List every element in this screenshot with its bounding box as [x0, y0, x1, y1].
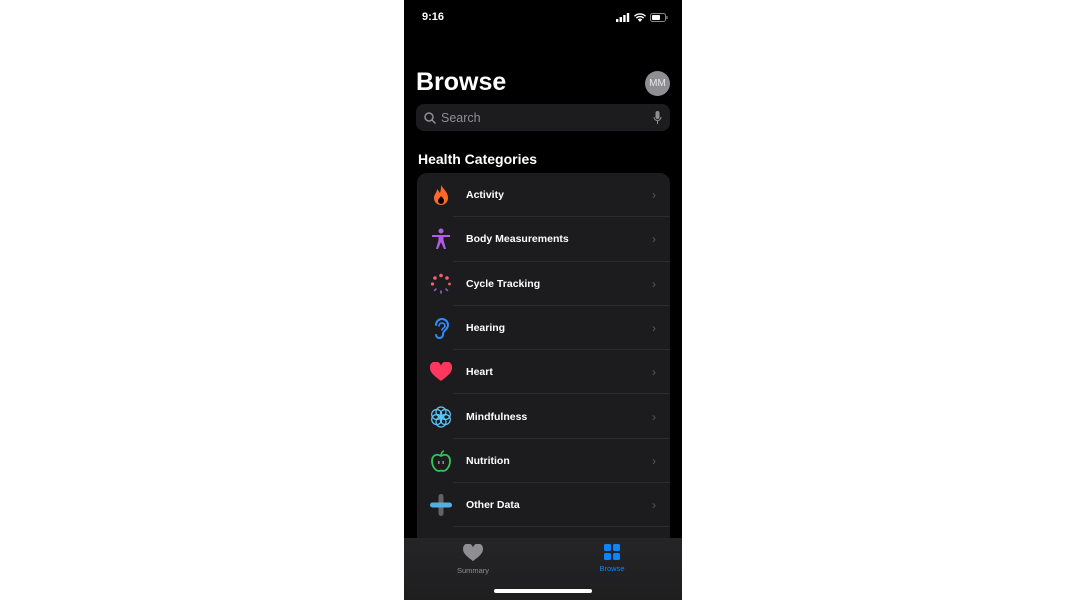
category-nutrition[interactable]: Nutrition ›: [417, 439, 670, 484]
search-icon: [424, 111, 436, 124]
category-other-data[interactable]: Other Data ›: [417, 483, 670, 528]
wifi-icon: [634, 12, 646, 22]
search-input[interactable]: [441, 110, 648, 125]
tab-label: Summary: [456, 566, 490, 575]
chevron-right-icon: ›: [652, 498, 656, 513]
chevron-right-icon: ›: [652, 232, 656, 247]
heart-icon: [430, 361, 452, 383]
section-title: Health Categories: [418, 151, 538, 167]
apple-icon: [430, 450, 452, 472]
category-hearing[interactable]: Hearing ›: [417, 306, 670, 351]
tab-label: Browse: [599, 564, 625, 573]
tab-browse[interactable]: Browse: [572, 544, 652, 573]
chevron-right-icon: ›: [652, 276, 656, 291]
flame-icon: [430, 184, 452, 206]
microphone-icon[interactable]: [653, 110, 662, 125]
chevron-right-icon: ›: [652, 453, 656, 468]
home-indicator[interactable]: [494, 589, 592, 593]
plus-icon: [430, 494, 452, 517]
category-body-measurements[interactable]: Body Measurements ›: [417, 217, 670, 262]
status-time: 9:16: [422, 11, 445, 23]
person-icon: [430, 228, 452, 250]
category-label: Cycle Tracking: [466, 277, 541, 290]
category-cycle-tracking[interactable]: Cycle Tracking ›: [417, 262, 670, 307]
category-label: Hearing: [466, 322, 506, 335]
avatar[interactable]: MM: [645, 71, 670, 96]
chevron-right-icon: ›: [652, 321, 656, 336]
category-label: Mindfulness: [466, 410, 528, 423]
flower-icon: [430, 406, 452, 428]
chevron-right-icon: ›: [652, 409, 656, 424]
chevron-right-icon: ›: [652, 188, 656, 203]
category-activity[interactable]: Activity ›: [417, 173, 670, 218]
battery-icon: [650, 12, 668, 22]
phone-screen: 9:16 Browse MM Health Categories Activit…: [404, 0, 682, 600]
category-label: Body Measurements: [466, 233, 569, 246]
heart-icon: [463, 544, 483, 562]
search-bar[interactable]: [416, 104, 670, 131]
category-label: Activity: [466, 189, 504, 202]
health-categories-list: Activity › Body Measurements › Cycle Tra…: [417, 173, 670, 553]
category-label: Nutrition: [466, 454, 510, 467]
grid-icon: [604, 544, 620, 560]
cycle-icon: [430, 273, 452, 295]
category-label: Heart: [466, 366, 493, 379]
category-label: Other Data: [466, 499, 520, 512]
ear-icon: [430, 317, 452, 340]
chevron-right-icon: ›: [652, 365, 656, 380]
signal-icon: [616, 12, 630, 22]
page-title: Browse: [416, 68, 507, 96]
category-heart[interactable]: Heart ›: [417, 350, 670, 395]
category-mindfulness[interactable]: Mindfulness ›: [417, 394, 670, 440]
tab-summary[interactable]: Summary: [433, 544, 513, 575]
status-bar: 9:16: [422, 10, 668, 24]
